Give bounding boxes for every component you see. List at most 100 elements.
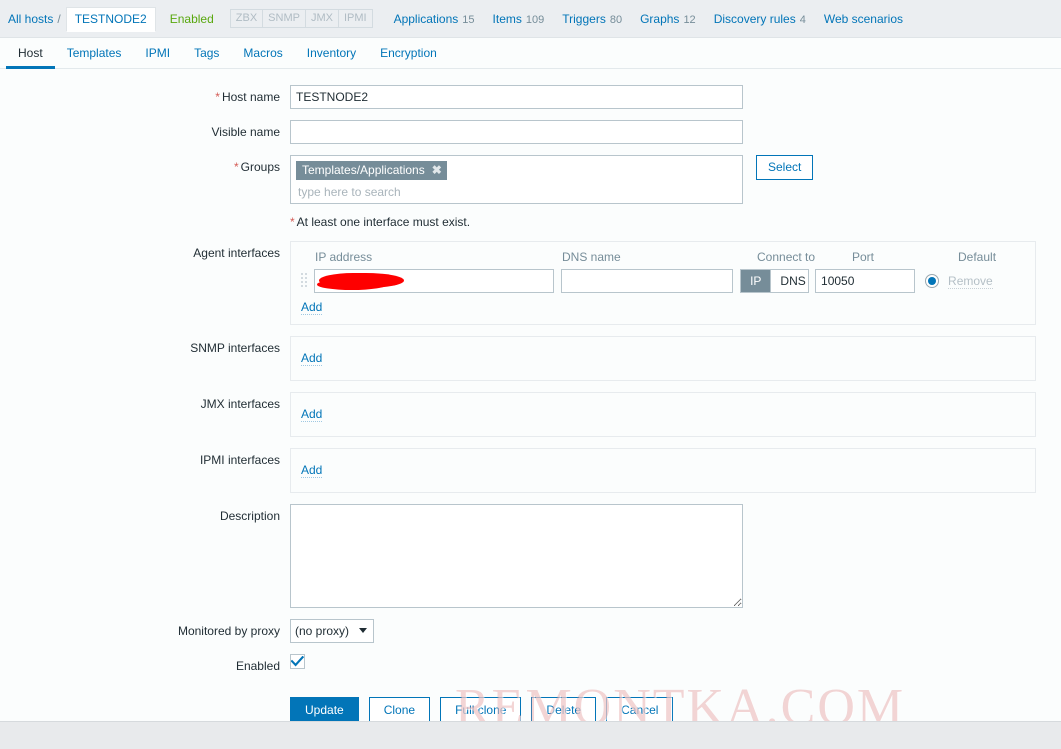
label-monitored-by-proxy: Monitored by proxy — [0, 619, 290, 638]
nav-item-applications: Applications15 — [394, 12, 475, 26]
nav-count-triggers: 80 — [610, 14, 622, 26]
connect-to-ip-option[interactable]: IP — [741, 270, 770, 292]
nav-link-web-scenarios[interactable]: Web scenarios — [824, 12, 903, 26]
add-agent-interface-link[interactable]: Add — [301, 300, 322, 315]
interface-availability-badges: ZBX SNMP JMX IPMI — [230, 9, 372, 28]
required-marker-host-name: * — [215, 90, 220, 104]
connect-to-dns-option[interactable]: DNS — [770, 270, 809, 292]
port-input[interactable] — [815, 269, 915, 293]
snmp-interfaces-block: Add — [290, 336, 1036, 381]
field-monitored-by-proxy: (no proxy) — [290, 619, 1061, 643]
host-configuration-form: *Host name Visible name *Groups Template… — [0, 69, 1061, 724]
group-chip[interactable]: Templates/Applications ✖ — [296, 161, 447, 180]
delete-button[interactable]: Delete — [531, 697, 596, 724]
required-marker-groups: * — [234, 160, 239, 174]
nav-count-items: 109 — [526, 14, 544, 26]
description-textarea[interactable] — [290, 504, 743, 608]
groups-multiselect[interactable]: Templates/Applications ✖ type here to se… — [290, 155, 743, 204]
field-jmx-interfaces: Add — [290, 392, 1061, 437]
tab-templates[interactable]: Templates — [55, 39, 134, 69]
field-snmp-interfaces: Add — [290, 336, 1061, 381]
host-status-label[interactable]: Enabled — [170, 12, 214, 26]
row-interface-note: *At least one interface must exist. — [0, 215, 1061, 229]
field-description — [290, 504, 1061, 608]
agent-interfaces-header-row: IP address DNS name Connect to Port Defa… — [301, 250, 1025, 269]
label-jmx-interfaces: JMX interfaces — [0, 392, 290, 411]
add-ipmi-interface-link[interactable]: Add — [301, 463, 322, 478]
nav-item-web-scenarios: Web scenarios — [824, 12, 903, 26]
proxy-select-wrapper: (no proxy) — [290, 619, 374, 643]
label-enabled: Enabled — [0, 654, 290, 673]
nav-link-applications[interactable]: Applications — [394, 12, 459, 26]
row-enabled: Enabled — [0, 654, 1061, 673]
label-snmp-interfaces: SNMP interfaces — [0, 336, 290, 355]
label-spacer-actions — [0, 684, 290, 689]
default-interface-cell: Remove — [925, 274, 1025, 289]
label-text-groups: Groups — [241, 160, 280, 174]
interface-note-text: At least one interface must exist. — [297, 215, 470, 229]
tab-macros[interactable]: Macros — [231, 39, 294, 69]
header-dns-name: DNS name — [562, 250, 750, 264]
label-host-name: *Host name — [0, 85, 290, 104]
row-form-actions: Update Clone Full clone Delete Cancel — [0, 684, 1061, 724]
nav-item-items: Items 109 — [493, 12, 545, 26]
badge-zbx: ZBX — [230, 9, 263, 28]
dns-name-input[interactable] — [561, 269, 733, 293]
update-button[interactable]: Update — [290, 697, 359, 724]
field-groups: Templates/Applications ✖ type here to se… — [290, 155, 1061, 204]
breadcrumb-separator: / — [57, 12, 60, 26]
breadcrumb-all-hosts[interactable]: All hosts — [8, 12, 53, 26]
form-action-buttons: Update Clone Full clone Delete Cancel — [290, 697, 683, 724]
tab-inventory[interactable]: Inventory — [295, 39, 368, 69]
host-form-tabs: Host Templates IPMI Tags Macros Inventor… — [0, 38, 1061, 69]
nav-link-discovery-rules[interactable]: Discovery rules — [714, 12, 796, 26]
add-snmp-interface-link[interactable]: Add — [301, 351, 322, 366]
nav-link-items[interactable]: Items — [493, 12, 522, 26]
visible-name-input[interactable] — [290, 120, 743, 144]
nav-count-discovery-rules: 4 — [800, 14, 806, 26]
label-groups: *Groups — [0, 155, 290, 174]
agent-interfaces-block: IP address DNS name Connect to Port Defa… — [290, 241, 1036, 325]
tab-encryption[interactable]: Encryption — [368, 39, 449, 69]
groups-select-button[interactable]: Select — [756, 155, 813, 180]
connect-to-toggle[interactable]: IP DNS — [740, 269, 809, 293]
jmx-interfaces-block: Add — [290, 392, 1036, 437]
full-clone-button[interactable]: Full clone — [440, 697, 521, 724]
host-name-input[interactable] — [290, 85, 743, 109]
clone-button[interactable]: Clone — [369, 697, 430, 724]
field-interface-note: *At least one interface must exist. — [290, 215, 1061, 229]
group-chip-label: Templates/Applications — [302, 163, 425, 177]
label-agent-interfaces: Agent interfaces — [0, 241, 290, 260]
row-snmp-interfaces: SNMP interfaces Add — [0, 336, 1061, 381]
row-host-name: *Host name — [0, 85, 1061, 109]
groups-search-placeholder[interactable]: type here to search — [296, 180, 737, 199]
label-visible-name: Visible name — [0, 120, 290, 139]
row-visible-name: Visible name — [0, 120, 1061, 144]
nav-link-triggers[interactable]: Triggers — [562, 12, 606, 26]
header-default: Default — [958, 250, 1058, 264]
row-description: Description — [0, 504, 1061, 608]
label-text-host-name: Host name — [222, 90, 280, 104]
group-chip-remove-icon[interactable]: ✖ — [432, 164, 442, 176]
breadcrumb-current-host[interactable]: TESTNODE2 — [66, 7, 156, 32]
default-interface-radio[interactable] — [925, 274, 939, 288]
label-description: Description — [0, 504, 290, 523]
add-jmx-interface-link[interactable]: Add — [301, 407, 322, 422]
header-connect-to: Connect to — [757, 250, 846, 264]
field-enabled — [290, 654, 1061, 669]
nav-link-graphs[interactable]: Graphs — [640, 12, 679, 26]
checkmark-icon — [291, 656, 304, 667]
tab-tags[interactable]: Tags — [182, 39, 231, 69]
ip-address-cell — [314, 269, 554, 293]
row-jmx-interfaces: JMX interfaces Add — [0, 392, 1061, 437]
drag-handle-icon[interactable] — [301, 273, 310, 289]
cancel-button[interactable]: Cancel — [606, 697, 673, 724]
monitored-by-proxy-select[interactable]: (no proxy) — [290, 619, 374, 643]
badge-jmx: JMX — [305, 9, 339, 28]
field-visible-name — [290, 120, 1061, 144]
nav-item-discovery-rules: Discovery rules 4 — [714, 12, 806, 26]
enabled-checkbox[interactable] — [290, 654, 305, 669]
tab-host[interactable]: Host — [6, 39, 55, 69]
ip-address-input[interactable] — [314, 269, 554, 293]
tab-ipmi[interactable]: IPMI — [133, 39, 182, 69]
